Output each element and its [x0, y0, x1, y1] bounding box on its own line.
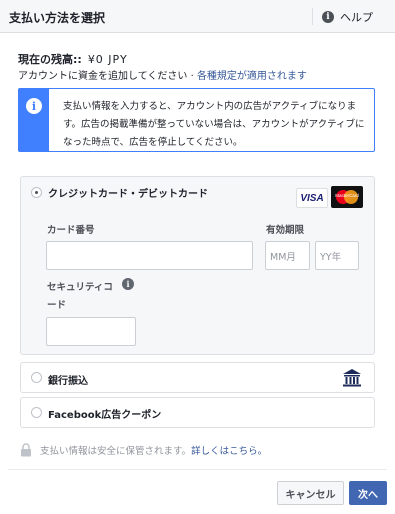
expiry-month-input[interactable]: MM月: [265, 241, 310, 270]
info-icon: i: [26, 98, 42, 114]
next-button[interactable]: 次へ: [349, 481, 387, 505]
add-funds-text: アカウントに資金を追加してください · 各種規定が適用されます: [18, 67, 307, 82]
card-number-input[interactable]: [46, 241, 253, 270]
ad-coupon-option[interactable]: Facebook広告クーポン: [20, 397, 375, 428]
current-balance: 現在の残高:: ¥0 JPY: [18, 51, 128, 67]
cancel-button[interactable]: キャンセル: [277, 481, 344, 505]
coupon-option-label[interactable]: Facebook広告クーポン: [48, 406, 161, 421]
footer-divider: [8, 469, 387, 470]
bank-radio[interactable]: [31, 372, 42, 383]
add-funds-label: アカウントに資金を追加してください ·: [18, 71, 197, 82]
lock-icon: [21, 443, 31, 457]
coupon-radio[interactable]: [31, 407, 42, 418]
notice-text: 支払い情報を入力すると、アカウント内の広告がアクティブになります。広告の掲載準備…: [63, 101, 365, 148]
mastercard-logo: MasterCard: [331, 186, 363, 208]
balance-amount: ¥0 JPY: [87, 53, 128, 66]
info-icon[interactable]: i: [122, 278, 134, 290]
bank-icon: [343, 369, 361, 387]
bank-option-label[interactable]: 銀行振込: [48, 372, 88, 387]
header-divider: [312, 8, 313, 25]
dialog-header: 支払い方法を選択 i ヘルプ: [0, 0, 395, 33]
secure-note-text: 支払い情報は安全に保管されます。: [40, 446, 192, 457]
notice-bar: i: [19, 89, 49, 151]
card-radio[interactable]: [31, 187, 42, 198]
bank-transfer-option[interactable]: 銀行振込: [20, 362, 375, 393]
card-payment-option[interactable]: クレジットカード・デビットカード VISA MasterCard カード番号 有…: [20, 176, 375, 355]
help-button[interactable]: i ヘルプ: [322, 9, 373, 25]
secure-note: 支払い情報は安全に保管されます。 詳しくはこちら。: [20, 443, 267, 457]
visa-logo: VISA: [296, 188, 328, 208]
card-option-label[interactable]: クレジットカード・デビットカード: [48, 185, 208, 200]
expiry-label: 有効期限: [266, 225, 305, 236]
security-code-label-line2: ード: [47, 300, 67, 311]
dialog-title: 支払い方法を選択: [9, 11, 106, 25]
card-number-label: カード番号: [47, 225, 95, 236]
terms-link[interactable]: 各種規定が適用されます: [197, 71, 307, 82]
balance-label: 現在の残高::: [18, 53, 82, 66]
expiry-year-input[interactable]: YY年: [315, 241, 359, 270]
security-code-label-line1: セキュリティコ: [47, 282, 113, 293]
security-code-input[interactable]: [46, 317, 136, 346]
info-icon: i: [322, 11, 334, 23]
learn-more-link[interactable]: 詳しくはこちら。: [191, 443, 267, 457]
mastercard-text: MasterCard: [335, 193, 359, 198]
help-label: ヘルプ: [340, 11, 373, 24]
info-notice: i 支払い情報を入力すると、アカウント内の広告がアクティブになります。広告の掲載…: [18, 88, 375, 152]
